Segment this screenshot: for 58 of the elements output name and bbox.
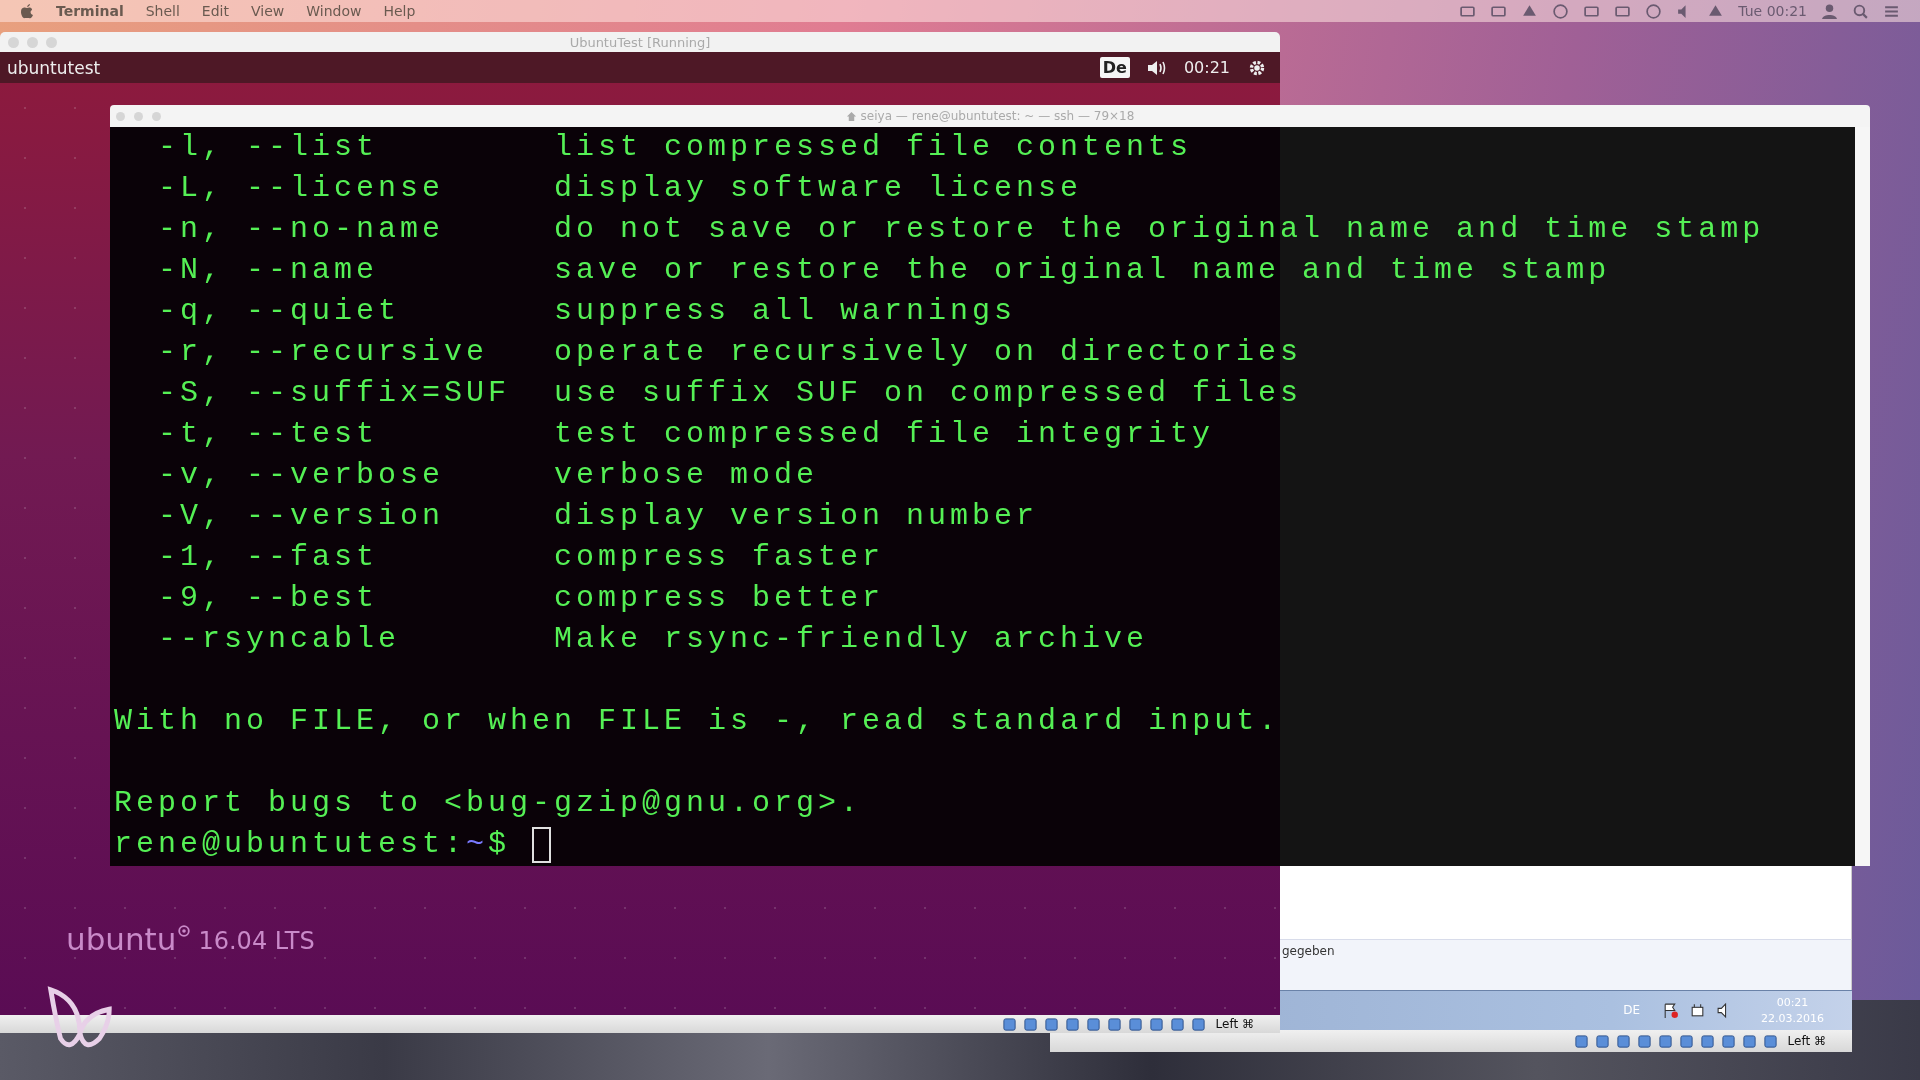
option-label: -r, --recursive [158,335,489,369]
host-key-label[interactable]: Left ⌘ [1215,1017,1254,1031]
window-title: seiya — rene@ubuntutest: ~ — ssh — 79×18 [860,109,1135,123]
version-label: 16.04 LTS [198,927,315,955]
circle-of-friends-icon [178,925,191,937]
option-label: -t, --test [158,417,379,451]
option-description: test compressed file integrity [554,416,1215,453]
prompt-symbol: $ [488,826,511,863]
scroll-bar[interactable] [1855,127,1870,866]
option-description: operate recursively on directories [554,334,1303,371]
option-label: -N, --name [158,253,379,287]
option-description: compress better [554,580,885,617]
user-icon[interactable] [1821,2,1838,20]
menu-clock[interactable]: Tue 00:21 [1738,3,1807,19]
home-icon [845,110,857,122]
keyboard-indicator[interactable]: De [1099,57,1130,78]
option-label: -9, --best [158,581,379,615]
option-label: -l, --list [158,130,379,164]
option-label: --rsyncable [158,622,401,656]
option-description: save or restore the original name and time stamp [554,252,1611,289]
menu-item[interactable]: View [251,3,285,19]
option-description: Make rsync-friendly archive [554,621,1149,658]
taskbar-date: 22.03.2016 [1761,1011,1824,1025]
prompt-user-host: rene@ubuntutest: [114,826,467,863]
search-icon[interactable] [1852,2,1869,20]
window-text: gegeben [1282,943,1335,958]
option-label: -1, --fast [158,540,379,574]
menu-item[interactable]: Edit [201,3,229,19]
option-label: -L, --license [158,171,445,205]
option-description: do not save or restore the original name and time stamp [554,211,1765,248]
menu-item[interactable]: Help [383,3,416,19]
option-description: compress faster [554,539,885,576]
option-label: -V, --version [158,499,445,533]
host-key-label[interactable]: Left ⌘ [1787,1034,1826,1049]
option-description: display version number [554,498,1039,535]
option-description: list compressed file contents [554,129,1193,166]
option-description: verbose mode [554,457,819,494]
prompt-path: ~ [466,826,489,863]
menu-item[interactable]: Window [306,3,362,19]
menu-item[interactable]: Shell [145,3,180,19]
apple-icon[interactable] [20,3,34,19]
option-description: use suffix SUF on compressed files [554,375,1303,412]
terminal-text: Report bugs to <bug-gzip@gnu.org>. [114,785,863,822]
window-title: UbuntuTest [Running] [569,34,711,50]
option-label: -v, --verbose [158,458,445,492]
flag-icon[interactable] [1662,1001,1679,1019]
option-label: -n, --no-name [158,212,445,246]
option-label: -q, --quiet [158,294,401,328]
taskbar-time: 00:21 [1776,995,1809,1009]
hostname: ubuntutest [7,57,101,78]
menu-item[interactable]: Terminal [56,3,124,19]
option-description: suppress all warnings [554,293,1017,330]
ubuntu-logo-text: ubuntu [66,921,177,957]
option-label: -S, --suffix=SUF [158,376,511,410]
terminal-text: With no FILE, or when FILE is -, read standard input. [114,703,1281,740]
text-cursor [532,826,552,863]
option-description: display software license [554,170,1083,207]
panel-clock[interactable]: 00:21 [1183,58,1230,77]
